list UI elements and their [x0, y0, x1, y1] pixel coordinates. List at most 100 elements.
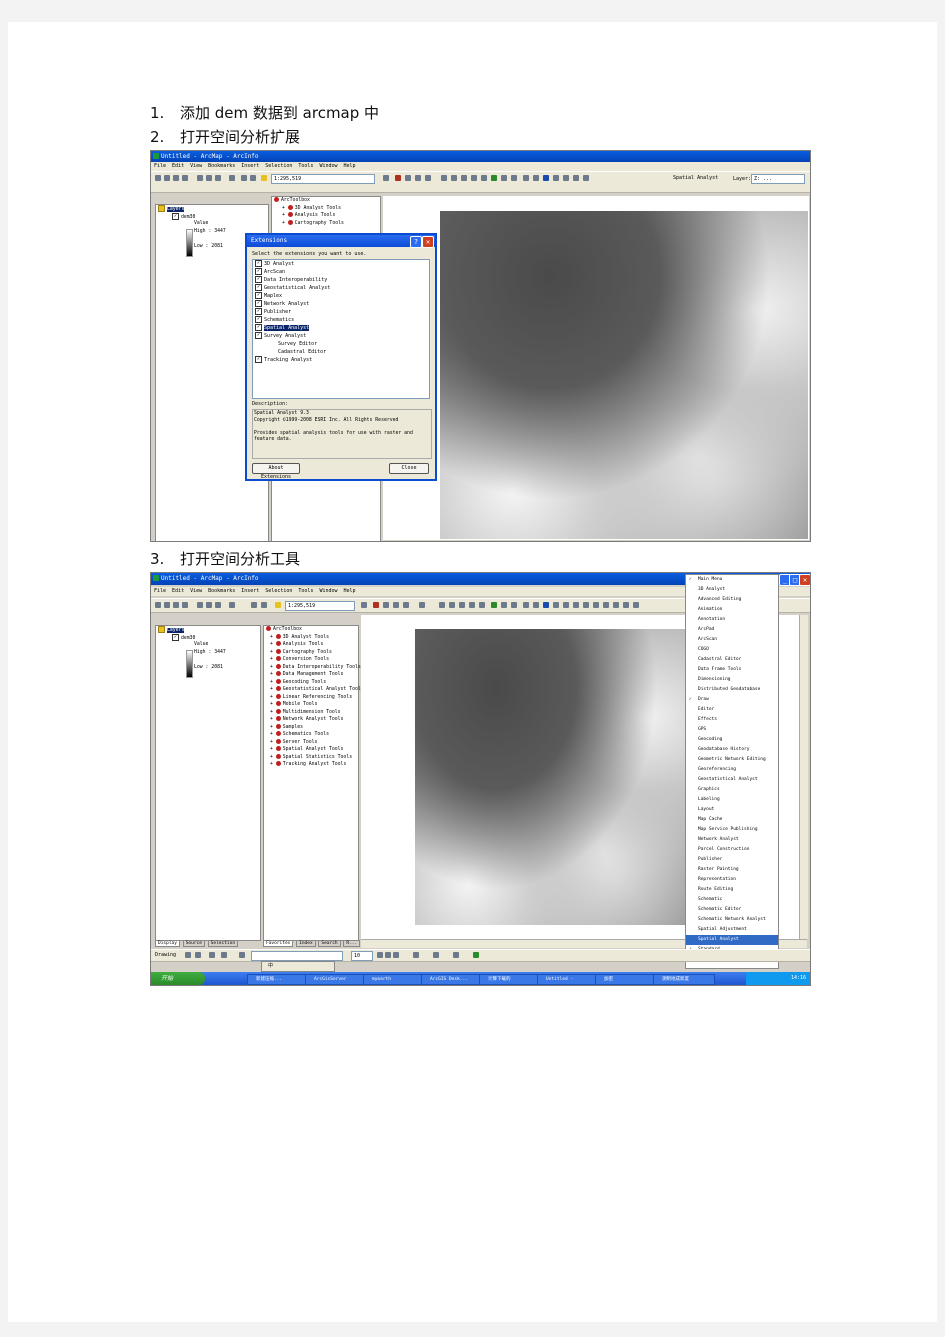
- toolbar-menu-item[interactable]: Network Analyst: [686, 835, 778, 845]
- extension-item[interactable]: ✓ Publisher: [253, 308, 429, 316]
- fixed-zoom-in-icon[interactable]: [461, 175, 467, 181]
- tab-index[interactable]: Index: [296, 940, 316, 947]
- bold-icon[interactable]: [377, 952, 383, 958]
- vertical-scrollbar[interactable]: [799, 615, 808, 939]
- previous-extent-icon[interactable]: [501, 602, 507, 608]
- new-icon[interactable]: [155, 602, 161, 608]
- extension-item[interactable]: ✓ ArcScan: [253, 268, 429, 276]
- extension-item[interactable]: ✓ Schematics: [253, 316, 429, 324]
- copy-icon[interactable]: [206, 175, 212, 181]
- help-icon[interactable]: ?: [410, 236, 422, 248]
- toolbar-menu-item[interactable]: Layout: [686, 805, 778, 815]
- toolbar-menu-item[interactable]: Editor: [686, 705, 778, 715]
- new-icon[interactable]: [155, 175, 161, 181]
- toolbar-menu-item[interactable]: Parcel Construction: [686, 845, 778, 855]
- extension-checkbox[interactable]: ✓: [255, 316, 262, 323]
- line-color-icon[interactable]: [453, 952, 459, 958]
- menu-bookmarks[interactable]: Bookmarks: [208, 588, 235, 594]
- menu-insert[interactable]: Insert: [241, 163, 259, 169]
- toolbox-item[interactable]: + Server Tools: [264, 738, 358, 747]
- toolbar-menu-item[interactable]: Geostatistical Analyst: [686, 775, 778, 785]
- toolbar-menu-item[interactable]: Effects: [686, 715, 778, 725]
- whats-this-icon[interactable]: [425, 175, 431, 181]
- toolbar-menu-item[interactable]: Publisher: [686, 855, 778, 865]
- undo-icon[interactable]: [251, 602, 257, 608]
- extension-checkbox[interactable]: [271, 349, 276, 354]
- whats-this-icon[interactable]: [403, 602, 409, 608]
- menu-bookmarks[interactable]: Bookmarks: [208, 163, 235, 169]
- toolbar-menu-item[interactable]: GPS: [686, 725, 778, 735]
- toolbar-menu-item[interactable]: Schematic Editor: [686, 905, 778, 915]
- add-data-icon[interactable]: [261, 175, 267, 181]
- hyperlink-icon[interactable]: [573, 602, 579, 608]
- menu-view[interactable]: View: [190, 588, 202, 594]
- model-builder-icon[interactable]: [415, 175, 421, 181]
- redo-icon[interactable]: [261, 602, 267, 608]
- extension-item[interactable]: ✓ Maplex: [253, 292, 429, 300]
- open-icon[interactable]: [164, 175, 170, 181]
- toolbar-menu-item[interactable]: Route Editing: [686, 885, 778, 895]
- extension-item[interactable]: ✓ Network Analyst: [253, 300, 429, 308]
- toolbar-menu-item[interactable]: Map Cache: [686, 815, 778, 825]
- tab-favorites[interactable]: Favorites: [263, 940, 294, 947]
- magnifier-icon[interactable]: [613, 602, 619, 608]
- tab-search[interactable]: Search: [318, 940, 341, 947]
- extension-checkbox[interactable]: ✓: [255, 292, 262, 299]
- extension-checkbox[interactable]: ✓: [255, 356, 262, 363]
- toolbox-item[interactable]: + Multidimension Tools: [264, 708, 358, 717]
- taskbar-item[interactable]: ArcGIS Desk...: [421, 974, 483, 985]
- fixed-zoom-out-icon[interactable]: [469, 602, 475, 608]
- extension-checkbox[interactable]: ✓: [255, 260, 262, 267]
- pan-icon[interactable]: [479, 602, 485, 608]
- toolbar-menu-item[interactable]: ✓ Draw: [686, 695, 778, 705]
- menu-file[interactable]: File: [154, 588, 166, 594]
- taskbar-item[interactable]: myearth: [363, 974, 425, 985]
- menu-tools[interactable]: Tools: [298, 588, 313, 594]
- arctoolbox-root[interactable]: ArcToolbox: [264, 626, 358, 634]
- next-extent-icon[interactable]: [511, 602, 517, 608]
- extension-checkbox[interactable]: ✓: [255, 284, 262, 291]
- zoom-in-icon[interactable]: [441, 175, 447, 181]
- toolbox-item[interactable]: + Mobile Tools: [264, 701, 358, 709]
- toolbar-menu-item[interactable]: Data Frame Tools: [686, 665, 778, 675]
- select-elements-icon[interactable]: [533, 175, 539, 181]
- taskbar-item[interactable]: 加密: [595, 974, 657, 985]
- toolbox-item[interactable]: + Geostatistical Analyst Tools: [264, 686, 364, 694]
- extension-item[interactable]: ✓ Data Interoperability: [253, 276, 429, 284]
- tab-selection[interactable]: Selection: [207, 940, 239, 947]
- delete-icon[interactable]: [229, 602, 235, 608]
- toolbox-icon[interactable]: [395, 175, 401, 181]
- layer-visibility-checkbox[interactable]: ✓: [172, 212, 179, 220]
- toolbox-icon[interactable]: [373, 602, 379, 608]
- find-icon[interactable]: [553, 602, 559, 608]
- hyperlink-icon[interactable]: [573, 175, 579, 181]
- arctoolbox-root[interactable]: ArcToolbox: [272, 197, 380, 205]
- copy-icon[interactable]: [206, 602, 212, 608]
- identify-icon[interactable]: [543, 175, 549, 181]
- toolbox-item[interactable]: + Cartography Tools: [272, 219, 380, 228]
- measure-icon[interactable]: [563, 602, 569, 608]
- delete-icon[interactable]: [229, 175, 235, 181]
- taskbar-item[interactable]: Untitled -: [537, 974, 599, 985]
- full-extent-icon[interactable]: [491, 602, 497, 608]
- route-icon[interactable]: [593, 602, 599, 608]
- taskbar-item[interactable]: ArcGisServer: [305, 974, 367, 985]
- toolbar-menu-item[interactable]: Labeling: [686, 795, 778, 805]
- tab-results[interactable]: R...: [343, 940, 361, 947]
- cut-icon[interactable]: [197, 602, 203, 608]
- viewer-icon[interactable]: [633, 602, 639, 608]
- taskbar-item[interactable]: 测制地成新度: [653, 974, 715, 985]
- print-icon[interactable]: [182, 602, 188, 608]
- time-slider-icon[interactable]: [583, 175, 589, 181]
- add-data-icon[interactable]: [275, 602, 281, 608]
- go-to-xy-icon[interactable]: [603, 602, 609, 608]
- map-scale-combo[interactable]: 1:295,519: [271, 174, 375, 184]
- toolbox-item[interactable]: + Geocoding Tools: [264, 678, 358, 687]
- toolbar-menu-item[interactable]: Geodatabase History: [686, 745, 778, 755]
- toolbar-menu-item[interactable]: Spatial Analyst: [686, 935, 778, 945]
- menu-insert[interactable]: Insert: [241, 588, 259, 594]
- toolbar-menu-item[interactable]: Schematic: [686, 895, 778, 905]
- toolbox-item[interactable]: + Network Analyst Tools: [264, 716, 358, 724]
- toolbar-menu-item[interactable]: Representation: [686, 875, 778, 885]
- menu-edit[interactable]: Edit: [172, 163, 184, 169]
